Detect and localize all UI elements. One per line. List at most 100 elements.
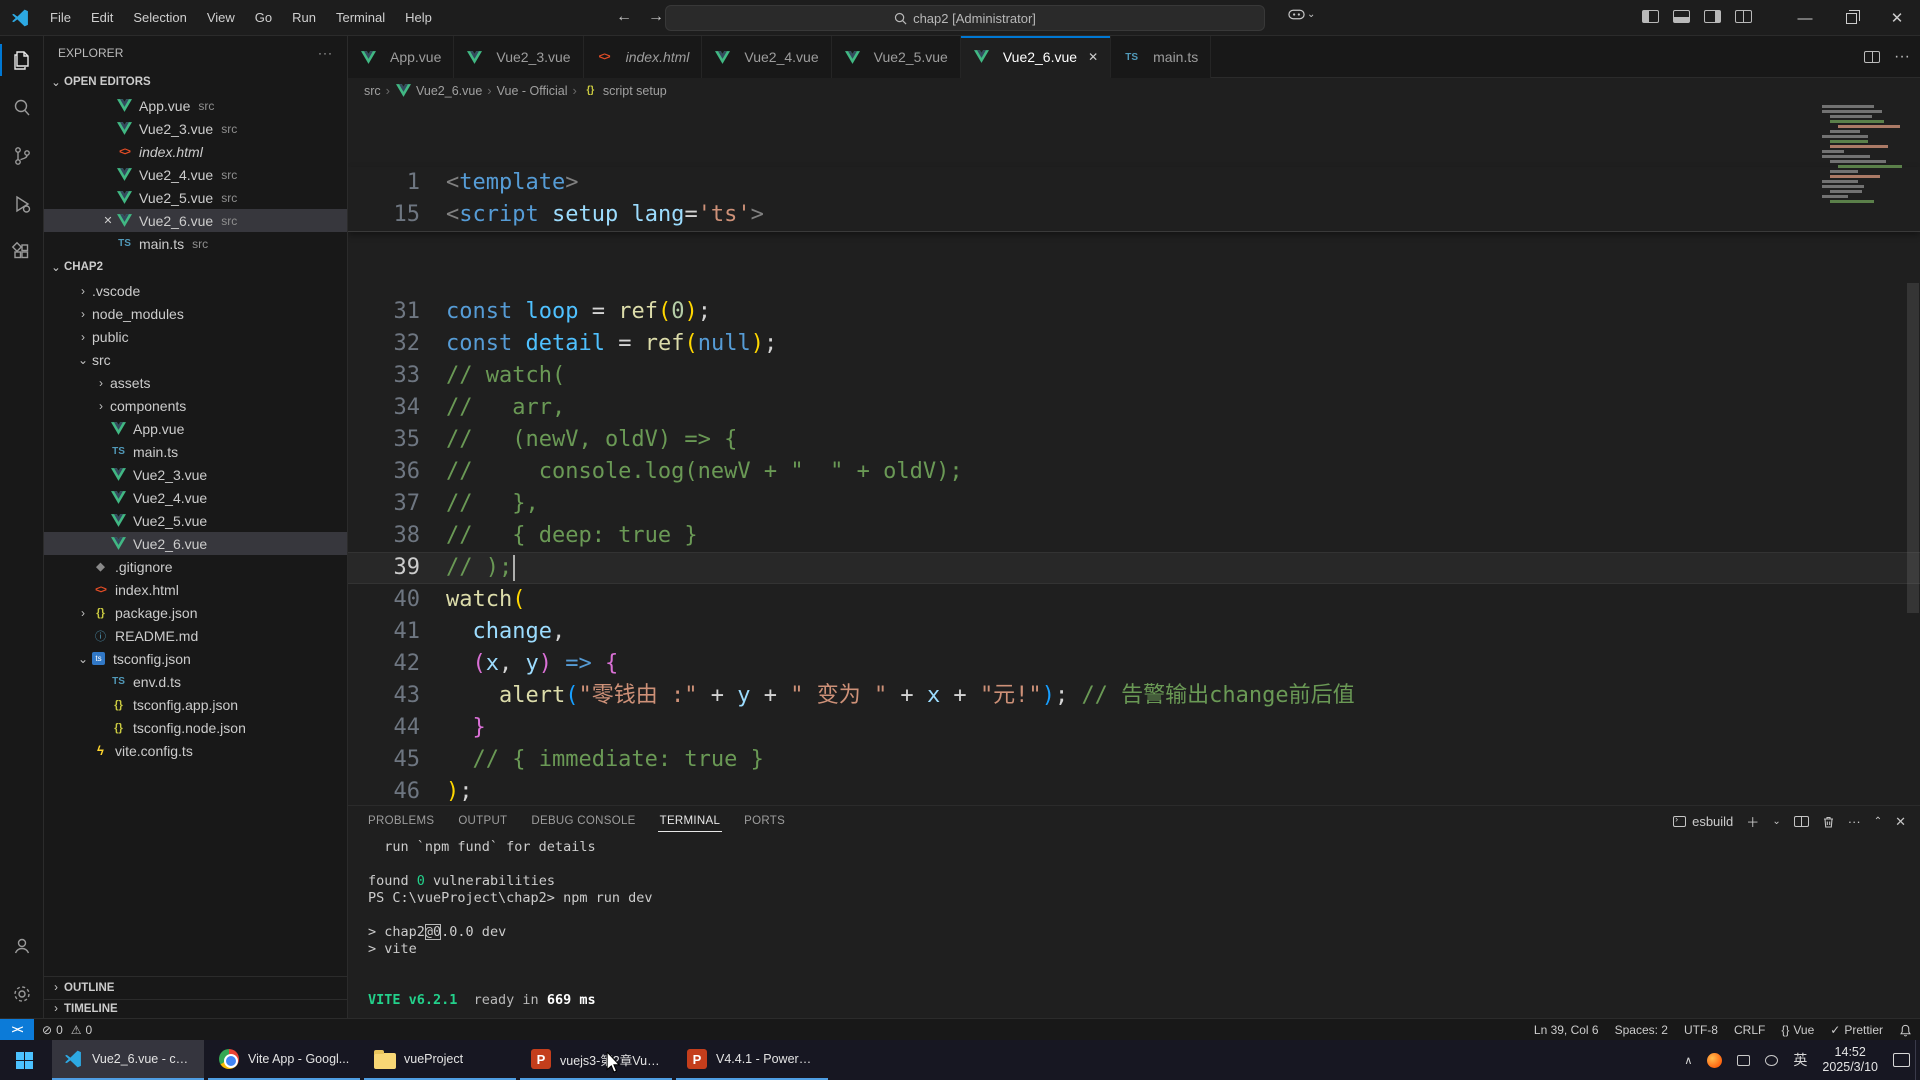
menu-terminal[interactable]: Terminal <box>326 5 395 31</box>
taskbar-item-5[interactable]: PV4.4.1 - PowerPoi... <box>676 1040 828 1080</box>
tree-item-env.d.ts[interactable]: TSenv.d.ts <box>44 670 347 693</box>
copilot-menu[interactable]: ⌄ <box>1288 7 1315 21</box>
remote-indicator[interactable]: >< <box>0 1019 34 1041</box>
accounts-icon[interactable] <box>0 922 44 970</box>
breadcrumb-item[interactable]: Vue - Official <box>497 84 568 98</box>
code-line-33[interactable]: 33// watch( <box>348 360 1920 392</box>
menu-view[interactable]: View <box>197 5 245 31</box>
status-vue[interactable]: {}Vue <box>1781 1023 1814 1037</box>
status-spaces-2[interactable]: Spaces: 2 <box>1615 1023 1668 1037</box>
tree-item-tsconfig.node.json[interactable]: {}tsconfig.node.json <box>44 716 347 739</box>
terminal-dropdown-icon[interactable]: ⌄ <box>1772 816 1780 827</box>
taskbar-clock[interactable]: 14:52 2025/3/10 <box>1822 1045 1878 1075</box>
tree-item-components[interactable]: ›components <box>44 394 347 417</box>
status-prettier[interactable]: ✓Prettier <box>1830 1023 1883 1037</box>
panel-more-actions-icon[interactable]: ··· <box>1848 814 1861 829</box>
activity-run-debug-icon[interactable] <box>0 180 44 228</box>
breadcrumb-item[interactable]: src <box>364 84 381 98</box>
code-line-42[interactable]: 42 (x, y) => { <box>348 648 1920 680</box>
tree-item-tsconfig.json[interactable]: ⌄tstsconfig.json <box>44 647 347 670</box>
tab-Vue2_6.vue[interactable]: Vue2_6.vue✕ <box>961 36 1111 78</box>
taskbar-item-3[interactable]: vueProject <box>364 1040 516 1080</box>
open-editors-header[interactable]: ⌄ OPEN EDITORS <box>44 70 347 94</box>
code-line-35[interactable]: 35// (newV, oldV) => { <box>348 424 1920 456</box>
toggle-sidebar-icon[interactable] <box>1642 10 1659 23</box>
code-line-39[interactable]: 39// ); <box>348 552 1920 584</box>
customize-layout-icon[interactable] <box>1735 10 1752 23</box>
tree-item-Vue2_4.vue[interactable]: Vue2_4.vue <box>44 486 347 509</box>
close-panel-icon[interactable]: ✕ <box>1895 814 1906 830</box>
tree-item-README.md[interactable]: ⓘREADME.md <box>44 624 347 647</box>
minimize-button[interactable]: — <box>1782 0 1828 36</box>
panel-tab-output[interactable]: OUTPUT <box>448 806 517 837</box>
timeline-section[interactable]: › TIMELINE <box>44 999 347 1018</box>
editor-more-actions-icon[interactable]: ··· <box>1894 48 1910 66</box>
code-line-1[interactable]: 1<template> <box>348 167 1920 199</box>
code-line-43[interactable]: 43 alert("零钱由 :" + y + " 变为 " + x + "元!"… <box>348 680 1920 712</box>
code-line-15[interactable]: 15<script setup lang='ts'> <box>348 199 1920 231</box>
ime-indicator[interactable]: 英 <box>1793 1050 1807 1070</box>
code-line-32[interactable]: 32const detail = ref(null); <box>348 328 1920 360</box>
toggle-secondary-sidebar-icon[interactable] <box>1704 10 1721 23</box>
tree-item-Vue2_6.vue[interactable]: Vue2_6.vue <box>44 532 347 555</box>
code-line-36[interactable]: 36// console.log(newV + " " + oldV); <box>348 456 1920 488</box>
panel-tab-terminal[interactable]: TERMINAL <box>650 806 731 837</box>
tree-item-Vue2_3.vue[interactable]: Vue2_3.vue <box>44 463 347 486</box>
firefox-tray-icon[interactable] <box>1707 1053 1722 1068</box>
tree-item-tsconfig.app.json[interactable]: {}tsconfig.app.json <box>44 693 347 716</box>
close-icon[interactable]: ✕ <box>1088 50 1098 64</box>
new-terminal-icon[interactable]: ＋ <box>1746 812 1759 831</box>
panel-tab-ports[interactable]: PORTS <box>734 806 795 837</box>
open-editor-Vue2_6.vue[interactable]: ✕Vue2_6.vuesrc <box>44 209 347 232</box>
terminal-profile[interactable]: esbuild <box>1673 814 1733 829</box>
taskbar-item-4[interactable]: Pvuejs3-第2章Vue... <box>520 1040 672 1080</box>
project-root-header[interactable]: ⌄ CHAP2 <box>44 255 347 279</box>
terminal-output[interactable]: run `npm fund` for details found 0 vulne… <box>368 839 1910 1014</box>
open-editor-App.vue[interactable]: App.vuesrc <box>44 94 347 117</box>
settings-gear-icon[interactable] <box>0 970 44 1018</box>
tree-item-Vue2_5.vue[interactable]: Vue2_5.vue <box>44 509 347 532</box>
tree-item-main.ts[interactable]: TSmain.ts <box>44 440 347 463</box>
open-editor-Vue2_5.vue[interactable]: Vue2_5.vuesrc <box>44 186 347 209</box>
problems-status[interactable]: ⊘ 0 ⚠ 0 <box>34 1023 100 1037</box>
tree-item-public[interactable]: ›public <box>44 325 347 348</box>
tree-item-src[interactable]: ⌄src <box>44 348 347 371</box>
menu-go[interactable]: Go <box>245 5 282 31</box>
code-line-46[interactable]: 46); <box>348 776 1920 805</box>
tree-item-node_modules[interactable]: ›node_modules <box>44 302 347 325</box>
nav-back-icon[interactable]: ← <box>616 8 632 26</box>
status-crlf[interactable]: CRLF <box>1734 1023 1765 1037</box>
code-line-38[interactable]: 38// { deep: true } <box>348 520 1920 552</box>
notifications-bell-icon[interactable] <box>1899 1024 1912 1037</box>
open-editor-main.ts[interactable]: TSmain.tssrc <box>44 232 347 255</box>
menu-help[interactable]: Help <box>395 5 442 31</box>
split-terminal-icon[interactable] <box>1794 816 1809 827</box>
maximize-panel-icon[interactable]: ⌃ <box>1874 816 1882 827</box>
tab-index.html[interactable]: <>index.html <box>584 36 703 78</box>
tray-expand-icon[interactable]: ∧ <box>1684 1054 1692 1067</box>
taskbar-item-2[interactable]: Vite App - Googl... <box>208 1040 360 1080</box>
start-button[interactable] <box>0 1040 48 1080</box>
code-line-45[interactable]: 45 // { immediate: true } <box>348 744 1920 776</box>
tree-item-vite.config.ts[interactable]: ϟvite.config.ts <box>44 739 347 762</box>
activity-explorer-icon[interactable] <box>0 36 44 84</box>
show-desktop-button[interactable] <box>1915 1040 1920 1080</box>
status-utf-8[interactable]: UTF-8 <box>1684 1023 1718 1037</box>
code-line-34[interactable]: 34// arr, <box>348 392 1920 424</box>
open-editor-index.html[interactable]: <>index.html <box>44 140 347 163</box>
code-line-37[interactable]: 37// }, <box>348 488 1920 520</box>
status-ln-39-col-6[interactable]: Ln 39, Col 6 <box>1534 1023 1599 1037</box>
restore-button[interactable] <box>1828 0 1874 36</box>
activity-source-control-icon[interactable] <box>0 132 44 180</box>
code-line-44[interactable]: 44 } <box>348 712 1920 744</box>
menu-selection[interactable]: Selection <box>123 5 196 31</box>
views-more-actions-icon[interactable]: ··· <box>318 46 333 60</box>
activity-search-icon[interactable] <box>0 84 44 132</box>
tab-Vue2_4.vue[interactable]: Vue2_4.vue <box>702 36 831 78</box>
tray-icon[interactable] <box>1765 1055 1778 1066</box>
tab-App.vue[interactable]: App.vue <box>348 36 454 78</box>
tab-Vue2_3.vue[interactable]: Vue2_3.vue <box>454 36 583 78</box>
activity-extensions-icon[interactable] <box>0 228 44 276</box>
open-editor-Vue2_4.vue[interactable]: Vue2_4.vuesrc <box>44 163 347 186</box>
menu-run[interactable]: Run <box>282 5 326 31</box>
